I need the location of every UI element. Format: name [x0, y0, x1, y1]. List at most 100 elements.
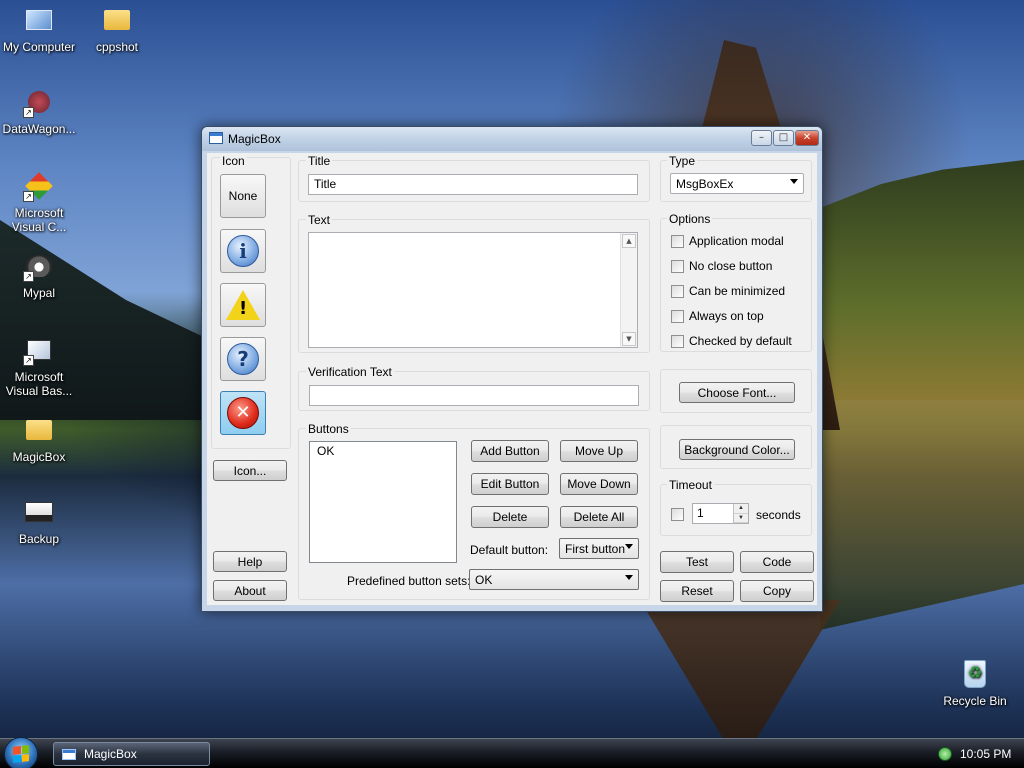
type-select[interactable]: MsgBoxEx [670, 173, 804, 194]
maximize-button[interactable]: □ [773, 130, 794, 146]
timeout-label: Timeout [667, 478, 714, 492]
code-button[interactable]: Code [740, 551, 814, 573]
desktop-icon-label: Mypal [22, 286, 55, 300]
add-button-button[interactable]: Add Button [471, 440, 549, 462]
taskbar-item-magicbox[interactable]: MagicBox [53, 742, 210, 766]
edit-button-button[interactable]: Edit Button [471, 473, 549, 495]
predefined-sets-select[interactable]: OK [469, 569, 639, 590]
timeout-spinner[interactable]: 1 ▲ ▼ [692, 503, 749, 524]
desktop-icon-recycle-bin[interactable]: ♻ Recycle Bin [933, 658, 1017, 708]
copy-button[interactable]: Copy [740, 580, 814, 602]
reset-button[interactable]: Reset [660, 580, 734, 602]
move-up-button[interactable]: Move Up [560, 440, 638, 462]
icon-info-button[interactable]: i [220, 229, 266, 273]
verification-input[interactable] [309, 385, 639, 406]
start-button[interactable] [4, 737, 38, 768]
visual-c-icon: ↗ [23, 170, 55, 202]
checkbox-label: No close button [689, 259, 773, 273]
checkbox-box[interactable] [671, 234, 684, 248]
mypal-icon: ↗ [23, 250, 55, 282]
icon-question-button[interactable]: ? [220, 337, 266, 381]
help-button[interactable]: Help [213, 551, 287, 572]
clock[interactable]: 10:05 PM [960, 747, 1011, 761]
checkbox-box[interactable] [671, 508, 684, 521]
window-titlebar[interactable]: MagicBox – □ ✕ [202, 127, 822, 151]
checkbox-box[interactable] [671, 334, 684, 348]
timeout-value: 1 [697, 506, 704, 520]
checkbox-box[interactable] [671, 309, 684, 323]
buttons-list-item[interactable]: OK [317, 444, 449, 458]
folder-icon [101, 4, 133, 36]
checkbox-box[interactable] [671, 284, 684, 298]
verification-label: Verification Text [306, 365, 394, 379]
icon-warning-button[interactable]: ! [220, 283, 266, 327]
checkbox-label: Can be minimized [689, 284, 786, 298]
desktop-icon-label: cppshot [95, 40, 139, 54]
delete-all-button[interactable]: Delete All [560, 506, 638, 528]
desktop-icon-mypal[interactable]: ↗ Mypal [0, 250, 81, 300]
choose-font-button[interactable]: Choose Font... [679, 382, 795, 403]
chevron-down-icon [625, 544, 633, 549]
icon-file-button[interactable]: Icon... [213, 460, 287, 481]
desktop-icon-visual-basic[interactable]: ↗ Microsoft Visual Bas... [0, 334, 81, 398]
warning-icon: ! [226, 290, 260, 320]
desktop-icon-backup[interactable]: Backup [0, 496, 81, 546]
backup-icon [23, 496, 55, 528]
question-icon: ? [227, 343, 259, 375]
application-modal-checkbox[interactable]: Application modal [671, 234, 784, 248]
desktop-icon-datawagon[interactable]: ↗ DataWagon... [0, 86, 81, 136]
window-title: MagicBox [228, 132, 281, 146]
close-button[interactable]: ✕ [795, 130, 819, 146]
delete-button[interactable]: Delete [471, 506, 549, 528]
always-on-top-checkbox[interactable]: Always on top [671, 309, 764, 323]
wallpaper-mountain-reflection [640, 600, 840, 740]
taskbar-item-label: MagicBox [84, 747, 137, 761]
minimize-button[interactable]: – [751, 130, 772, 146]
system-tray: 10:05 PM [930, 739, 1024, 768]
text-label: Text [306, 213, 333, 227]
no-close-button-checkbox[interactable]: No close button [671, 259, 772, 273]
checkbox-label: Application modal [689, 234, 784, 248]
network-icon[interactable] [938, 747, 952, 761]
move-down-button[interactable]: Move Down [560, 473, 638, 495]
predefined-sets-value: OK [475, 573, 493, 587]
desktop-icon-label: Backup [18, 532, 60, 546]
scroll-up-arrow[interactable]: ▲ [622, 234, 636, 248]
text-input[interactable]: ▲ ▼ [308, 232, 638, 348]
type-label: Type [667, 154, 698, 168]
buttons-list[interactable]: OK [309, 441, 457, 563]
spin-down-arrow[interactable]: ▼ [734, 514, 748, 523]
background-color-button[interactable]: Background Color... [679, 439, 795, 460]
checkbox-box[interactable] [671, 259, 684, 273]
can-be-minimized-checkbox[interactable]: Can be minimized [671, 284, 785, 298]
checked-by-default-checkbox[interactable]: Checked by default [671, 334, 792, 348]
icon-error-button[interactable]: ✕ [220, 391, 266, 435]
desktop-icon-cppshot[interactable]: cppshot [75, 4, 159, 54]
desktop-icon-label: My Computer [2, 40, 76, 54]
scroll-down-arrow[interactable]: ▼ [622, 332, 636, 346]
window-icon [62, 748, 76, 760]
test-button[interactable]: Test [660, 551, 734, 573]
shortcut-icon: ↗ [23, 86, 55, 118]
checkbox-label: Always on top [689, 309, 764, 323]
visual-basic-icon: ↗ [23, 334, 55, 366]
icon-none-button[interactable]: None [220, 174, 266, 218]
error-icon: ✕ [227, 397, 259, 429]
timeout-checkbox[interactable] [671, 508, 684, 521]
chevron-down-icon [625, 575, 633, 580]
options-label: Options [667, 212, 713, 226]
info-icon: i [227, 235, 259, 267]
spin-up-arrow[interactable]: ▲ [734, 504, 748, 514]
text-scrollbar[interactable]: ▲ ▼ [620, 233, 637, 347]
type-value: MsgBoxEx [676, 177, 734, 191]
wallpaper-forest-reflection [820, 400, 1024, 630]
desktop-icon-magicbox[interactable]: MagicBox [0, 414, 81, 464]
desktop-icon-label: Recycle Bin [943, 694, 1007, 708]
desktop-icon-visual-c[interactable]: ↗ Microsoft Visual C... [0, 170, 81, 234]
app-icon [209, 132, 223, 144]
computer-icon [23, 4, 55, 36]
about-button[interactable]: About [213, 580, 287, 601]
title-input[interactable]: Title [308, 174, 638, 195]
desktop-icon-my-computer[interactable]: My Computer [0, 4, 81, 54]
default-button-select[interactable]: First button [559, 538, 639, 559]
